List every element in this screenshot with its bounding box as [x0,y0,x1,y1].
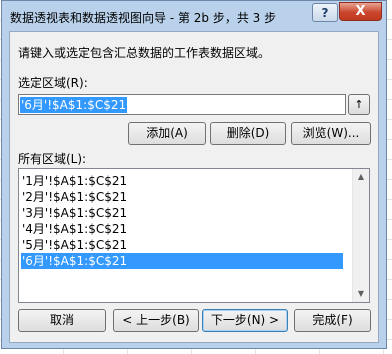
finish-button[interactable]: 完成(F) [294,309,371,332]
wizard-dialog: 数据透视表和数据透视图向导 - 第 2b 步，共 3 步 ? X 请键入或选定包… [1,0,387,349]
collapse-dialog-button[interactable]: ↑ [348,94,370,115]
scroll-down-icon[interactable]: ▼ [353,286,369,302]
selected-range-input[interactable]: '6月'!$A$1:$C$21 [18,94,346,115]
list-item[interactable]: '1月'!$A$1:$C$21 [21,173,343,189]
next-button[interactable]: 下一步(N) > [202,309,288,332]
add-button[interactable]: 添加(A) [128,122,206,145]
list-item[interactable]: '5月'!$A$1:$C$21 [21,237,343,253]
list-item[interactable]: '3月'!$A$1:$C$21 [21,205,343,221]
help-button[interactable]: ? [312,3,338,22]
scroll-up-icon[interactable]: ▲ [353,169,369,185]
instruction-text: 请键入或选定包含汇总数据的工作表数据区域。 [18,46,271,60]
list-item[interactable]: '4月'!$A$1:$C$21 [21,221,343,237]
selected-range-value: '6月'!$A$1:$C$21 [20,97,128,113]
browse-button[interactable]: 浏览(W)... [291,122,371,145]
dialog-body: 请键入或选定包含汇总数据的工作表数据区域。 选定区域(R): '6月'!$A$1… [9,31,379,343]
collapse-arrow-icon: ↑ [354,98,364,111]
list-item-selected[interactable]: '6月'!$A$1:$C$21 [21,253,343,269]
listbox-scrollbar[interactable]: ▲ ▼ [352,169,369,302]
list-item[interactable]: '2月'!$A$1:$C$21 [21,189,343,205]
close-button[interactable]: X [339,2,382,21]
title-bar[interactable]: 数据透视表和数据透视图向导 - 第 2b 步，共 3 步 ? X [2,1,386,31]
selected-range-label: 选定区域(R): [18,76,88,90]
delete-button[interactable]: 删除(D) [210,122,286,145]
all-ranges-listbox[interactable]: '1月'!$A$1:$C$21 '2月'!$A$1:$C$21 '3月'!$A$… [18,168,370,303]
all-ranges-label: 所有区域(L): [18,152,87,166]
back-button[interactable]: < 上一步(B) [113,309,199,332]
dialog-title: 数据透视表和数据透视图向导 - 第 2b 步，共 3 步 [10,11,277,25]
cancel-button[interactable]: 取消 [18,309,106,332]
